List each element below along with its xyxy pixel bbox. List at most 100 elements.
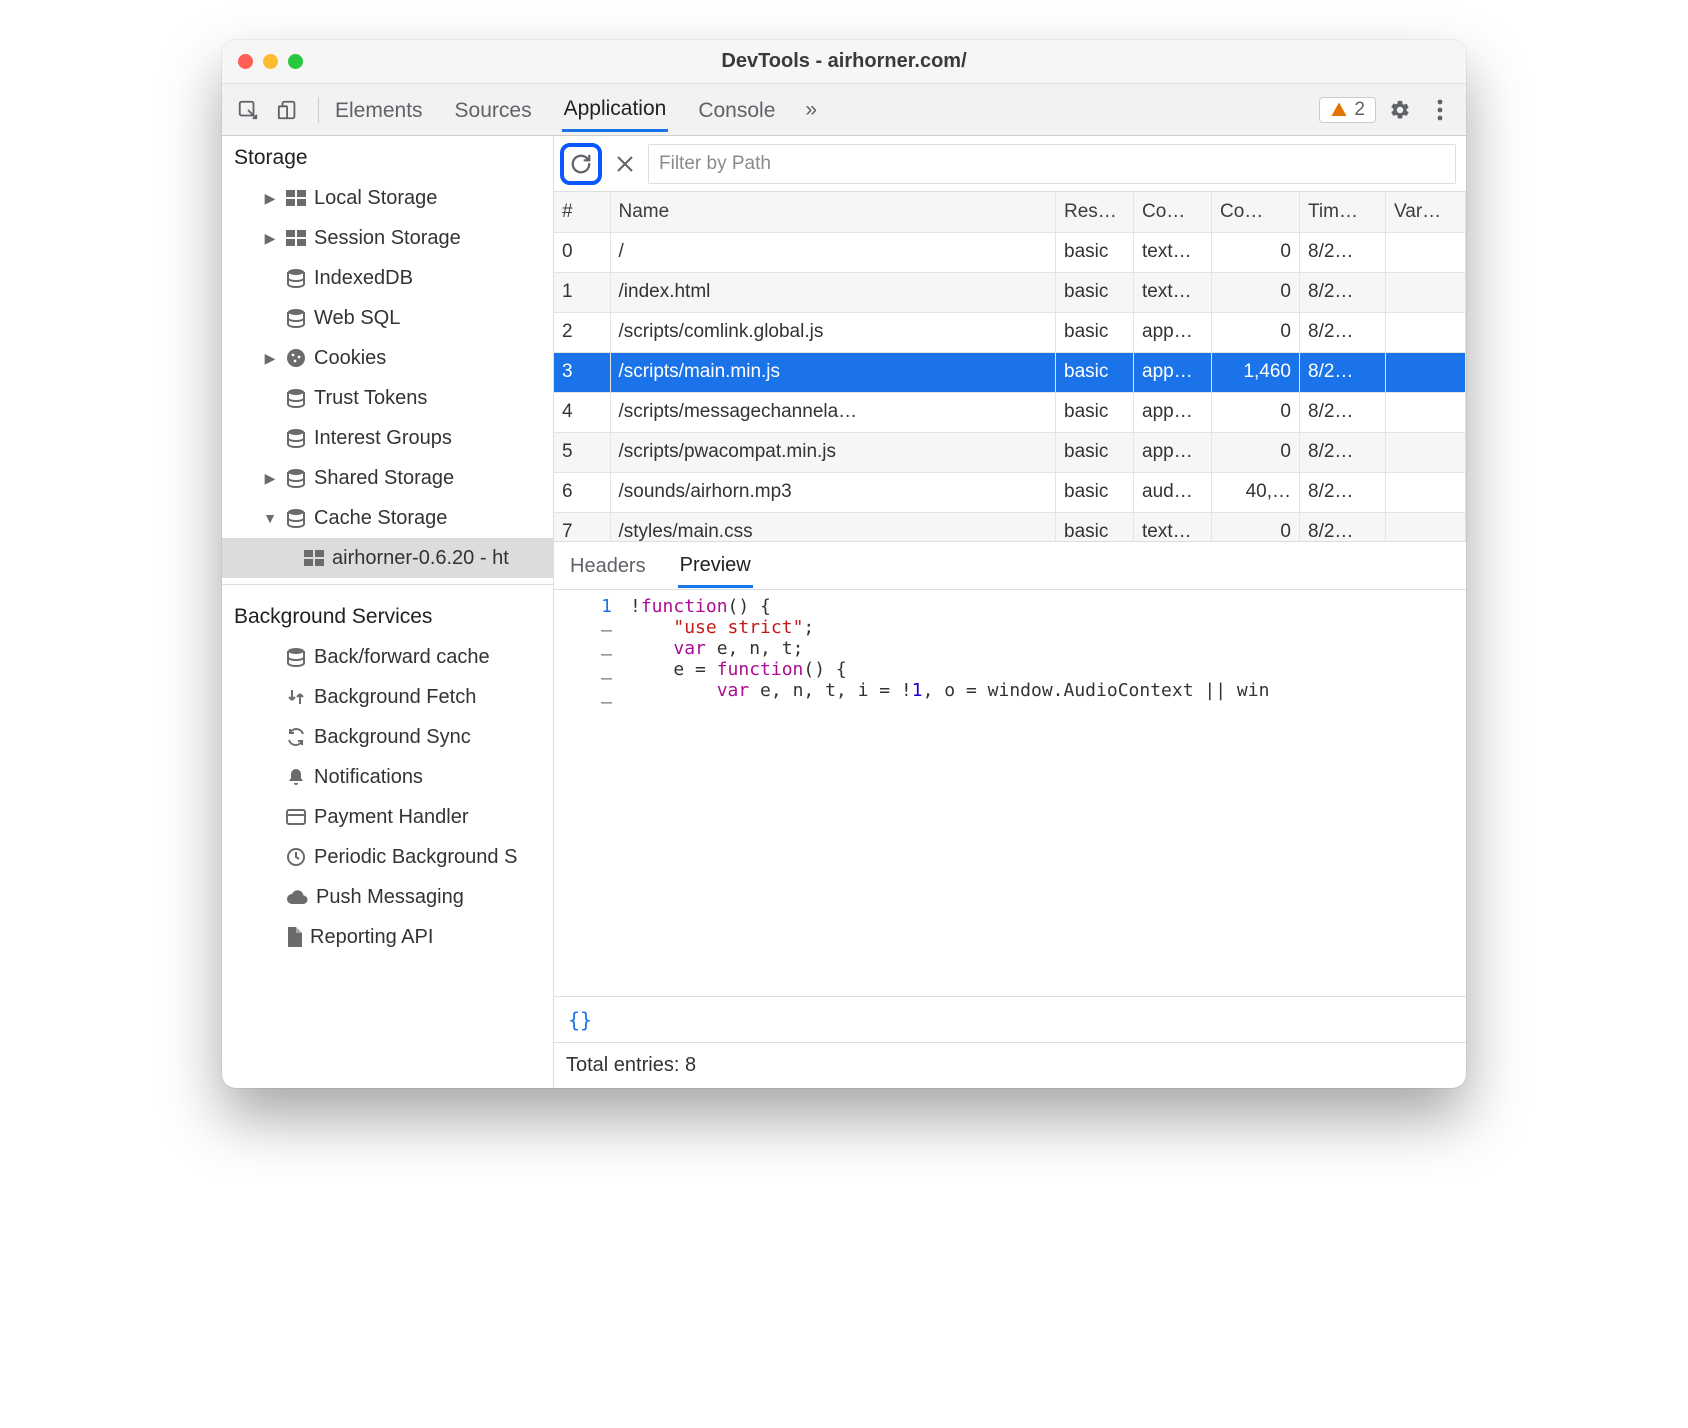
tab-elements[interactable]: Elements	[333, 89, 425, 131]
db-icon	[286, 508, 306, 528]
cell: 5	[554, 432, 610, 472]
warnings-badge[interactable]: 2	[1319, 97, 1376, 123]
cell: 6	[554, 472, 610, 512]
cell: basic	[1056, 352, 1134, 392]
sidebar-item-periodic-background-s[interactable]: Periodic Background S	[222, 837, 553, 877]
chevron-right-icon: ▶	[262, 350, 278, 367]
cell: 8/2…	[1300, 512, 1386, 542]
cell: 8/2…	[1300, 432, 1386, 472]
cell: basic	[1056, 512, 1134, 542]
sidebar-item-indexeddb[interactable]: IndexedDB	[222, 258, 553, 298]
tab-application[interactable]: Application	[562, 87, 669, 132]
cell: app…	[1134, 352, 1212, 392]
table-row[interactable]: 7/styles/main.cssbasictext…08/2…	[554, 512, 1466, 542]
sidebar-item-back-forward-cache[interactable]: Back/forward cache	[222, 637, 553, 677]
brace-indicator[interactable]: {}	[554, 996, 1466, 1042]
sidebar-item-background-fetch[interactable]: Background Fetch	[222, 677, 553, 717]
refresh-button[interactable]	[560, 143, 602, 185]
sidebar-item-cookies[interactable]: ▶Cookies	[222, 338, 553, 378]
column-header[interactable]: Var…	[1386, 192, 1466, 232]
settings-icon[interactable]	[1384, 94, 1416, 126]
table-row[interactable]: 1/index.htmlbasictext…08/2…	[554, 272, 1466, 312]
sidebar-item-label: Trust Tokens	[314, 387, 427, 410]
cell: 1,460	[1212, 352, 1300, 392]
close-window-button[interactable]	[238, 54, 253, 69]
sidebar-item-label: Payment Handler	[314, 806, 469, 829]
sidebar-item-cache-storage[interactable]: ▼ Cache Storage	[222, 498, 553, 538]
db-icon	[286, 647, 306, 667]
sidebar-item-label: Web SQL	[314, 307, 400, 330]
sync-icon	[286, 727, 306, 747]
column-header[interactable]: Res…	[1056, 192, 1134, 232]
tab-headers[interactable]: Headers	[568, 545, 648, 586]
sidebar-item-label: Background Fetch	[314, 686, 476, 709]
minimize-window-button[interactable]	[263, 54, 278, 69]
tab-sources[interactable]: Sources	[453, 89, 534, 131]
sidebar-item-web-sql[interactable]: Web SQL	[222, 298, 553, 338]
cell: text…	[1134, 272, 1212, 312]
more-menu-icon[interactable]	[1424, 94, 1456, 126]
table-row[interactable]: 0/basictext…08/2…	[554, 232, 1466, 272]
column-header[interactable]: Co…	[1134, 192, 1212, 232]
device-toolbar-icon[interactable]	[272, 94, 304, 126]
devtools-window: DevTools - airhorner.com/ Elements Sourc…	[222, 40, 1466, 1088]
cell: 1	[554, 272, 610, 312]
clear-button[interactable]	[610, 149, 640, 179]
cell: 0	[1212, 232, 1300, 272]
sidebar-item-notifications[interactable]: Notifications	[222, 757, 553, 797]
inspect-element-icon[interactable]	[232, 94, 264, 126]
cell: basic	[1056, 472, 1134, 512]
sidebar-item-label: Push Messaging	[316, 886, 464, 909]
sidebar-item-label: Local Storage	[314, 187, 437, 210]
cell: 8/2…	[1300, 272, 1386, 312]
sidebar-item-airhorner-0-6-20-ht[interactable]: airhorner-0.6.20 - ht	[222, 538, 553, 578]
sidebar-item-label: IndexedDB	[314, 267, 413, 290]
cell: basic	[1056, 272, 1134, 312]
sidebar-item-label: Periodic Background S	[314, 846, 517, 869]
sidebar-item-shared-storage[interactable]: ▶Shared Storage	[222, 458, 553, 498]
bell-icon	[286, 767, 306, 787]
sidebar-item-payment-handler[interactable]: Payment Handler	[222, 797, 553, 837]
tab-overflow-button[interactable]: »	[805, 98, 817, 122]
zoom-window-button[interactable]	[288, 54, 303, 69]
table-icon	[304, 550, 324, 566]
column-header[interactable]: #	[554, 192, 610, 232]
cell: 8/2…	[1300, 232, 1386, 272]
sidebar-item-reporting-api[interactable]: Reporting API	[222, 917, 553, 957]
table-icon	[286, 190, 306, 206]
column-header[interactable]: Name	[610, 192, 1056, 232]
sidebar-item-label: Interest Groups	[314, 427, 452, 450]
cell	[1386, 232, 1466, 272]
table-row[interactable]: 5/scripts/pwacompat.min.jsbasicapp…08/2…	[554, 432, 1466, 472]
cell: basic	[1056, 232, 1134, 272]
clock-icon	[286, 847, 306, 867]
cell: app…	[1134, 392, 1212, 432]
sidebar-item-interest-groups[interactable]: Interest Groups	[222, 418, 553, 458]
table-row[interactable]: 2/scripts/comlink.global.jsbasicapp…08/2…	[554, 312, 1466, 352]
sidebar-item-local-storage[interactable]: ▶Local Storage	[222, 178, 553, 218]
tab-preview[interactable]: Preview	[678, 544, 753, 588]
sidebar-item-background-sync[interactable]: Background Sync	[222, 717, 553, 757]
filter-input[interactable]	[648, 144, 1456, 184]
cookie-icon	[286, 348, 306, 368]
cell	[1386, 392, 1466, 432]
tab-console[interactable]: Console	[696, 89, 777, 131]
table-row[interactable]: 4/scripts/messagechannela…basicapp…08/2…	[554, 392, 1466, 432]
db-icon	[286, 428, 306, 448]
toolbar-separator	[318, 97, 319, 123]
sidebar-item-trust-tokens[interactable]: Trust Tokens	[222, 378, 553, 418]
sidebar-item-label: Cache Storage	[314, 507, 447, 530]
cell: /index.html	[610, 272, 1056, 312]
column-header[interactable]: Co…	[1212, 192, 1300, 232]
chevron-right-icon: ▶	[262, 470, 278, 487]
sidebar-item-push-messaging[interactable]: Push Messaging	[222, 877, 553, 917]
cell: 0	[1212, 392, 1300, 432]
table-row[interactable]: 6/sounds/airhorn.mp3basicaud…40,…8/2…	[554, 472, 1466, 512]
sidebar-item-session-storage[interactable]: ▶Session Storage	[222, 218, 553, 258]
main-toolbar: Elements Sources Application Console » 2	[222, 84, 1466, 136]
cell: app…	[1134, 432, 1212, 472]
cell: 0	[1212, 312, 1300, 352]
table-row[interactable]: 3/scripts/main.min.jsbasicapp…1,4608/2…	[554, 352, 1466, 392]
chevron-down-icon: ▼	[262, 510, 278, 526]
column-header[interactable]: Tim…	[1300, 192, 1386, 232]
